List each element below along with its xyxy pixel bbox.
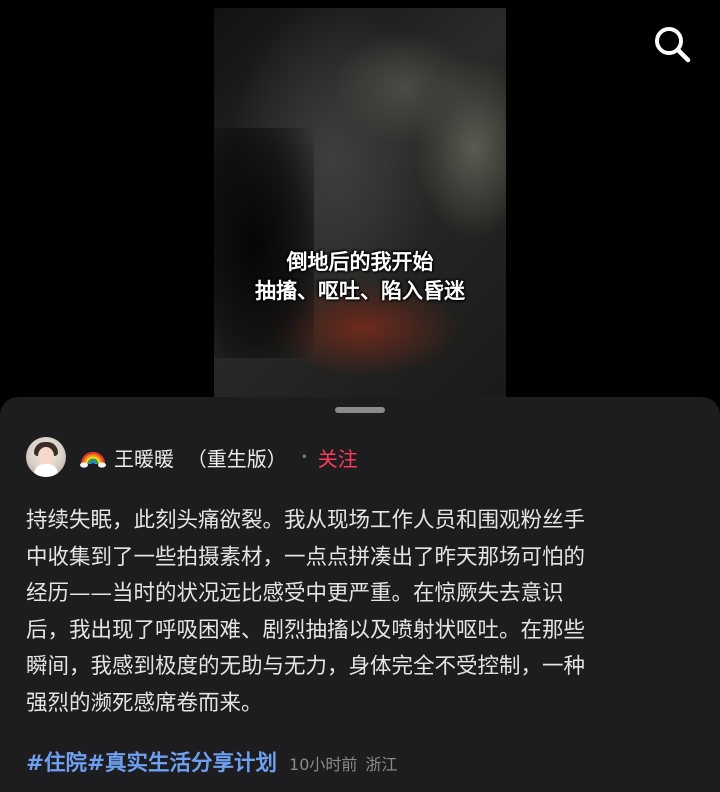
separator-dot: •: [300, 450, 308, 464]
rainbow-icon: [80, 451, 106, 468]
search-icon: [655, 27, 691, 63]
post-line: 经历——当时的状况远比感受中更严重。在惊厥失去意识: [26, 581, 564, 606]
hashtag-life-share[interactable]: #真实生活分享计划: [87, 746, 277, 777]
video-caption: 倒地后的我开始 抽搐、呕吐、陷入昏迷: [214, 248, 506, 306]
avatar[interactable]: [26, 437, 66, 477]
hashtag-hospital[interactable]: #住院: [26, 746, 87, 777]
post-line: 瞬间，我感到极度的无助与无力，身体完全不受控制，一种: [26, 654, 586, 679]
username[interactable]: 王暖暖 （重生版）: [114, 443, 287, 472]
post-line: 后，我出现了呼吸困难、剧烈抽搐以及喷射状呕吐。在那些: [26, 617, 586, 643]
post-line: 中收集到了一些拍摄素材，一点点拼凑出了昨天那场可怕的: [26, 544, 586, 570]
video-shadow: [214, 128, 314, 358]
post-footer: #住院 #真实生活分享计划 10小时前 浙江: [26, 746, 397, 777]
post-line: 强烈的濒死感席卷而来。: [26, 690, 263, 716]
post-time: 10小时前: [289, 755, 358, 774]
post-body: 持续失眠，此刻头痛欲裂。我从现场工作人员和围观粉丝手 中收集到了一些拍摄素材，一…: [26, 503, 696, 722]
drag-handle[interactable]: [335, 407, 385, 413]
caption-line-2: 抽搐、呕吐、陷入昏迷: [255, 279, 465, 303]
caption-line-1: 倒地后的我开始: [286, 250, 434, 274]
video-frame[interactable]: 倒地后的我开始 抽搐、呕吐、陷入昏迷: [214, 8, 506, 397]
follow-button[interactable]: 关注: [318, 443, 358, 472]
post-location: 浙江: [365, 755, 398, 774]
post-line: 持续失眠，此刻头痛欲裂。我从现场工作人员和围观粉丝手: [26, 508, 586, 533]
search-button[interactable]: [650, 22, 696, 68]
comment-sheet: 王暖暖 （重生版） • 关注 持续失眠，此刻头痛欲裂。我从现场工作人员和围观粉丝…: [0, 397, 720, 792]
author-row: 王暖暖 （重生版） • 关注: [26, 437, 358, 477]
